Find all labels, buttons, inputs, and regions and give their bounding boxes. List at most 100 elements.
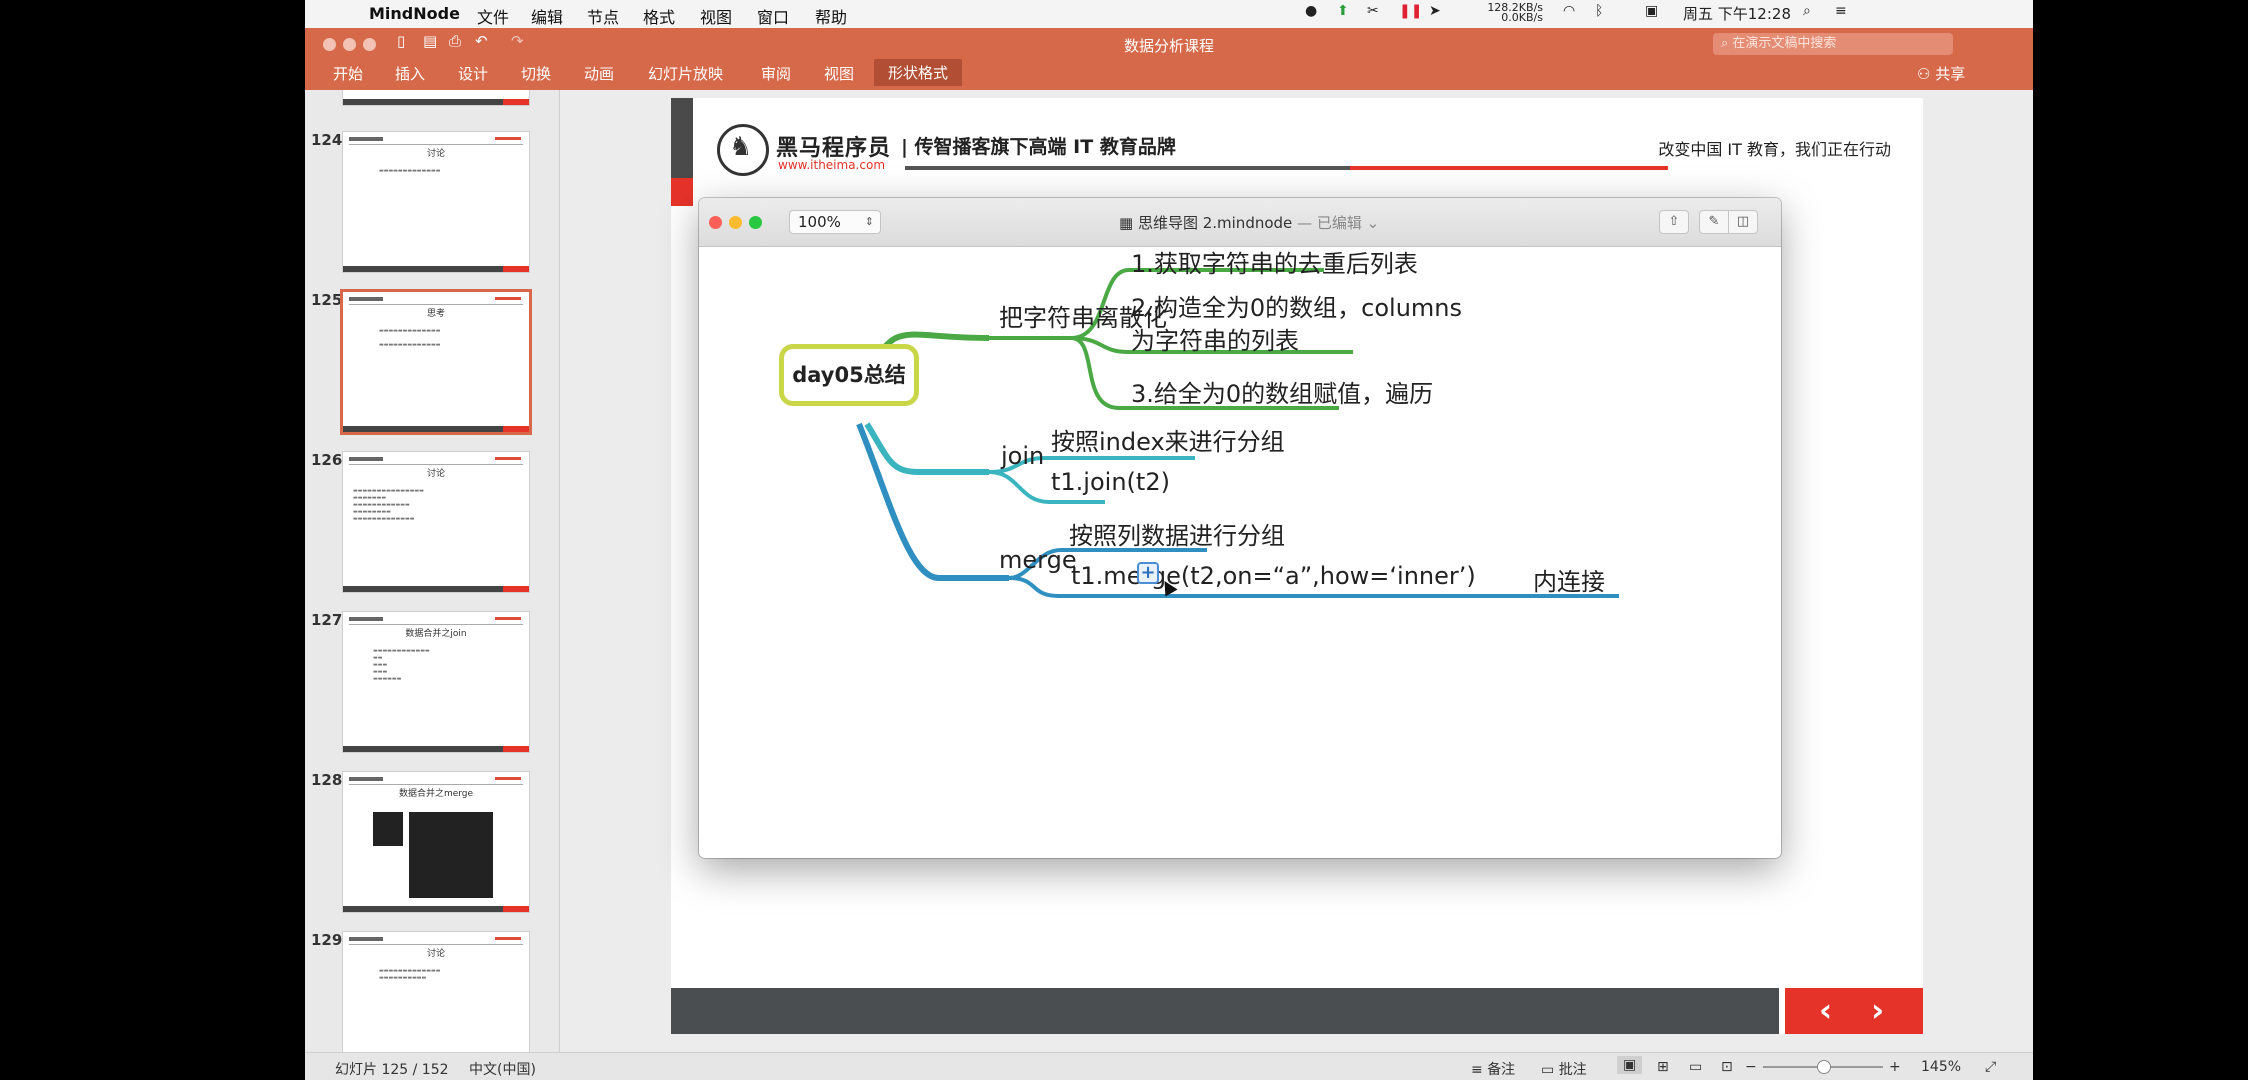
mindmap-node[interactable]: 1.获取字符串的去重后列表 [1131,244,1418,279]
comment-icon: ▭ [1541,1062,1559,1078]
slide-thumbnail-128[interactable]: 数据合并之merge [343,772,529,912]
mindmap-node[interactable]: 3.给全为0的数组赋值，遍历 [1131,374,1433,409]
header-divider [905,166,1350,170]
tab-design[interactable]: 设计 [458,63,488,84]
slide-thumbnail-129[interactable]: 讨论 ▬▬▬▬▬▬▬▬▬▬▬▬▬ ▬▬▬▬▬▬▬▬▬▬ [343,932,529,1052]
slide-counter: 幻灯片 125 / 152 [335,1062,449,1078]
mindmap-node[interactable]: 按照index来进行分组 [1051,422,1285,457]
menu-edit[interactable]: 编辑 [531,4,563,28]
mindmap-node[interactable]: 内连接 [1533,562,1605,597]
mindmap-node[interactable]: join [1001,442,1044,470]
mindmap-node[interactable]: merge [999,546,1077,574]
mindmap-node[interactable]: 为字符串的列表 [1131,321,1299,356]
notification-center-icon[interactable]: ≡ [1835,3,1847,19]
normal-view-icon[interactable]: ▣ [1617,1056,1643,1074]
language-indicator[interactable]: 中文(中国) [469,1059,536,1079]
slide-nav: ‹ › [1785,988,1923,1034]
thumbnail-number: 126 [311,451,343,469]
zoom-level: 145% [1921,1059,1962,1075]
thumbnail-number: 128 [311,771,343,789]
thumbnail-number: 127 [311,611,343,629]
app-name-menu[interactable]: MindNode [369,4,460,23]
screen: MindNode 文件 编辑 节点 格式 视图 窗口 帮助 ● ⬆ ✂ ❚❚ ➤… [305,0,2033,1080]
mindmap-node[interactable]: t1.join(t2) [1051,468,1170,496]
menu-window[interactable]: 窗口 [757,4,789,28]
thumbnail-body: ▬▬▬▬▬▬▬▬▬▬▬▬▬ ▬▬▬▬▬▬▬▬▬▬ [379,968,441,981]
horse-icon: ♞ [729,132,753,162]
menu-node[interactable]: 节点 [587,4,619,28]
thumbnail-number: 124 [311,131,343,149]
next-arrow-icon[interactable]: › [1871,991,1884,1029]
slide-thumbnail-pane[interactable]: 124 讨论 ▬▬▬▬▬▬▬▬▬▬▬▬▬ 125 思考 ▬▬▬▬▬▬▬▬▬▬▬▬… [305,90,560,1052]
zoom-slider-thumb[interactable] [1817,1060,1831,1074]
notes-button[interactable]: ≡ 备注 [1471,1059,1515,1079]
share-button[interactable]: ⚇ 共享 [1917,63,1965,84]
thumbnail-body: ▬▬▬▬▬▬▬▬▬▬▬▬▬▬▬▬▬▬▬▬▬▬▬▬▬▬ [373,648,430,682]
menu-file[interactable]: 文件 [477,4,509,28]
tab-transitions[interactable]: 切换 [521,63,551,84]
notes-icon: ≡ [1471,1062,1488,1078]
thumbnail-title: 思考 [426,309,445,319]
thumbnail-body: ▬▬▬▬▬▬▬▬▬▬▬▬▬ [379,168,441,174]
header-divider-accent [1350,166,1668,170]
comments-button[interactable]: ▭ 批注 [1541,1059,1587,1079]
tab-shape-format[interactable]: 形状格式 [874,59,963,86]
thumbnail-body: ▬▬▬▬▬▬▬▬▬▬▬▬▬▬▬ ▬▬▬▬▬▬▬ ▬▬▬▬▬▬▬▬▬▬▬▬ ▬▬▬▬▬▬… [353,488,424,522]
send-icon[interactable]: ➤ [1429,3,1441,19]
tab-home[interactable]: 开始 [333,63,363,84]
brand-url: www.itheima.com [778,158,886,172]
fit-to-window-icon[interactable]: ⤢ [1985,1059,1996,1075]
mindmap-node[interactable]: t1.merge(t2,on=“a”,how=‘inner’) [1071,562,1476,590]
menu-view[interactable]: 视图 [700,4,732,28]
network-speed: 128.2KB/s 0.0KB/s [1487,1,1543,24]
slideshow-icon[interactable]: ⊡ [1721,1059,1733,1075]
thumbnail-title: 数据合并之merge [398,789,474,799]
slide-thumbnail[interactable] [343,90,529,105]
pause-icon[interactable]: ❚❚ [1399,3,1422,19]
thumbnail-number: 125 [311,291,343,309]
add-node-button[interactable]: + [1137,562,1159,584]
tab-animations[interactable]: 动画 [584,63,614,84]
zoom-out-icon[interactable]: − [1745,1059,1757,1075]
slide-decor-bar [671,98,693,178]
slide-thumbnail-127[interactable]: 数据合并之join ▬▬▬▬▬▬▬▬▬▬▬▬ ▬▬ ▬▬▬ ▬▬▬ ▬▬▬▬▬▬ [343,612,529,752]
slide-thumbnail-126[interactable]: 讨论 ▬▬▬▬▬▬▬▬▬▬▬▬▬▬▬ ▬▬▬▬▬▬▬ ▬▬▬▬▬▬▬▬▬▬▬▬ ▬▬▬… [343,452,529,592]
bluetooth-icon[interactable]: ᛒ [1595,3,1603,19]
thumbnail-title: 讨论 [426,469,445,479]
menu-format[interactable]: 格式 [643,4,675,28]
slide-decor-red [671,178,693,206]
wifi-icon[interactable]: ◠ [1563,3,1575,19]
tab-insert[interactable]: 插入 [395,63,425,84]
share-icon: ⚇ [1917,65,1936,83]
thumbnail-title: 数据合并之join [405,629,467,639]
mindmap-root-node[interactable]: day05总结 [779,344,919,406]
zoom-in-icon[interactable]: + [1889,1059,1901,1075]
input-source-icon[interactable]: ▣ [1645,3,1658,19]
mindnode-window[interactable]: 100% ⇕ ▦ 思维导图 2.mindnode — 已编辑 ⌄ ⇧ ✎ ◫ da… [699,198,1781,858]
status-icon-2[interactable]: ⬆ [1337,3,1349,19]
thumbnail-title: 讨论 [426,149,445,159]
status-icon-1[interactable]: ● [1305,3,1317,19]
mindmap-node[interactable]: 按照列数据进行分组 [1069,516,1285,551]
tab-view[interactable]: 视图 [824,63,854,84]
slide-slogan: 改变中国 IT 教育，我们正在行动 [1658,140,1891,159]
ppt-titlebar: ▯ ▤ ⎙ ↶ ↷ 数据分析课程 ⌕ 在演示文稿中搜索 开始 插入 设计 切换 … [305,28,2033,90]
thumbnail-number: 129 [311,931,343,949]
search-input[interactable]: ⌕ 在演示文稿中搜索 [1713,33,1953,55]
clock[interactable]: 周五 下午12:28 [1683,3,1791,24]
mindmap-node[interactable]: 2.构造全为0的数组，columns [1131,288,1462,323]
tab-review[interactable]: 审阅 [761,63,791,84]
menu-bar: MindNode 文件 编辑 节点 格式 视图 窗口 帮助 ● ⬆ ✂ ❚❚ ➤… [305,0,2033,29]
tab-slideshow[interactable]: 幻灯片放映 [648,63,723,84]
scissors-icon[interactable]: ✂ [1367,3,1379,19]
slide-thumbnail-125[interactable]: 思考 ▬▬▬▬▬▬▬▬▬▬▬▬▬ ▬▬▬▬▬▬▬▬▬▬▬▬▬ [343,292,529,432]
reading-view-icon[interactable]: ▭ [1689,1059,1702,1075]
menu-help[interactable]: 帮助 [815,4,847,28]
prev-arrow-icon[interactable]: ‹ [1819,991,1832,1029]
thumbnail-body: ▬▬▬▬▬▬▬▬▬▬▬▬▬▬▬▬▬▬▬▬▬▬▬▬▬▬ [379,328,441,348]
search-icon: ⌕ [1721,36,1733,51]
spotlight-icon[interactable]: ⌕ [1803,3,1811,19]
brand-tagline: | 传智播客旗下高端 IT 教育品牌 [901,136,1176,158]
slide-sorter-icon[interactable]: ⊞ [1657,1059,1669,1075]
slide-thumbnail-124[interactable]: 讨论 ▬▬▬▬▬▬▬▬▬▬▬▬▬ [343,132,529,272]
